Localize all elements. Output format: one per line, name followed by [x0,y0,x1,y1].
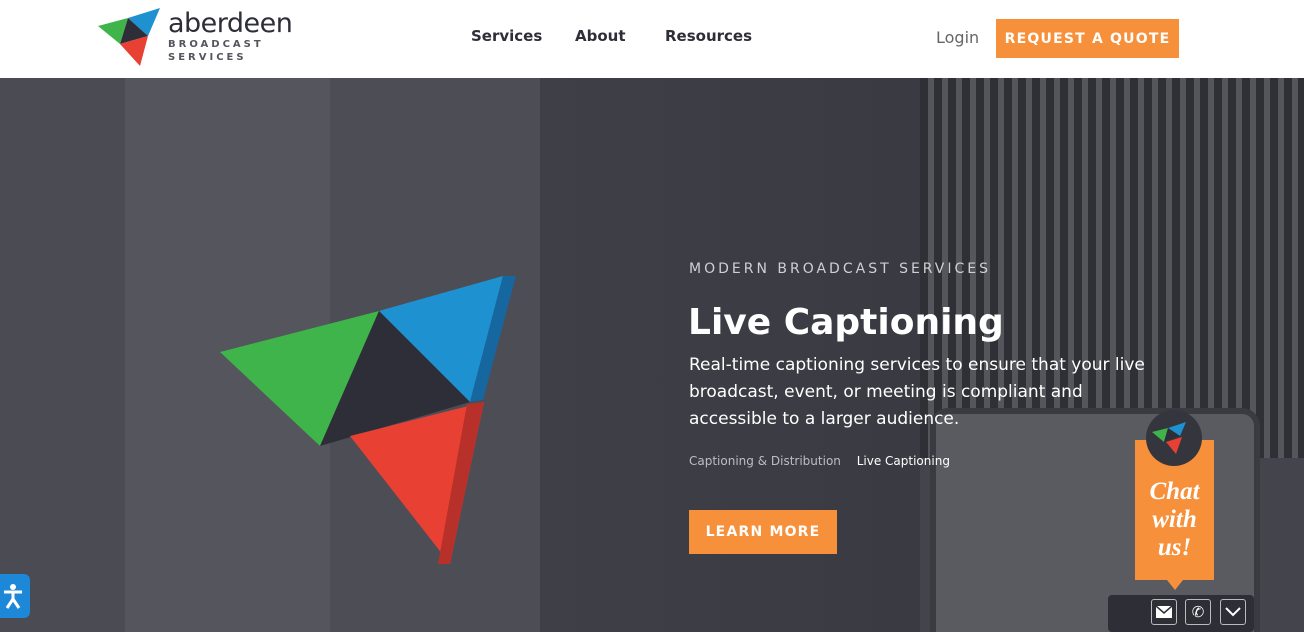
brand-sub: BROADCAST [168,39,264,50]
hero-eyebrow: MODERN BROADCAST SERVICES [689,261,991,277]
phone-button[interactable]: ✆ [1185,599,1211,625]
hero-logo-icon [220,276,516,564]
brand-logo[interactable]: aberdeen BROADCAST SERVICES [98,6,293,68]
nav-resources[interactable]: Resources [665,27,752,45]
logo-mark-icon [1152,422,1186,454]
chat-logo-bubble[interactable] [1146,410,1202,466]
breadcrumb: Captioning & Distribution Live Captionin… [689,454,950,468]
breadcrumb-current: Live Captioning [856,454,950,468]
chat-label: us! [1157,534,1192,561]
collapse-button[interactable] [1220,599,1246,625]
chat-label: Chat [1149,478,1200,505]
phone-icon: ✆ [1191,604,1205,621]
logo-mark-icon [98,8,160,66]
site-header: aberdeen BROADCAST SERVICES Services Abo… [0,0,1304,78]
brand-sub: SERVICES [168,52,247,63]
brand-name: aberdeen [168,8,293,39]
chevron-down-icon [1225,607,1241,617]
page-title: Live Captioning [688,302,1004,343]
hero-description: Real-time captioning services to ensure … [689,355,1145,429]
nav-services[interactable]: Services [471,27,542,45]
accessibility-icon [4,584,22,609]
accessibility-button[interactable] [0,574,30,618]
login-link[interactable]: Login [936,28,979,47]
chat-label: with [1152,506,1197,533]
hero-section: MODERN BROADCAST SERVICES Live Captionin… [0,78,1304,632]
nav-about[interactable]: About [575,27,626,45]
mail-icon [1156,606,1172,618]
mail-button[interactable] [1151,599,1177,625]
breadcrumb-item[interactable]: Captioning & Distribution [689,454,841,468]
learn-more-button[interactable]: LEARN MORE [689,510,837,554]
request-quote-button[interactable]: REQUEST A QUOTE [996,19,1179,58]
